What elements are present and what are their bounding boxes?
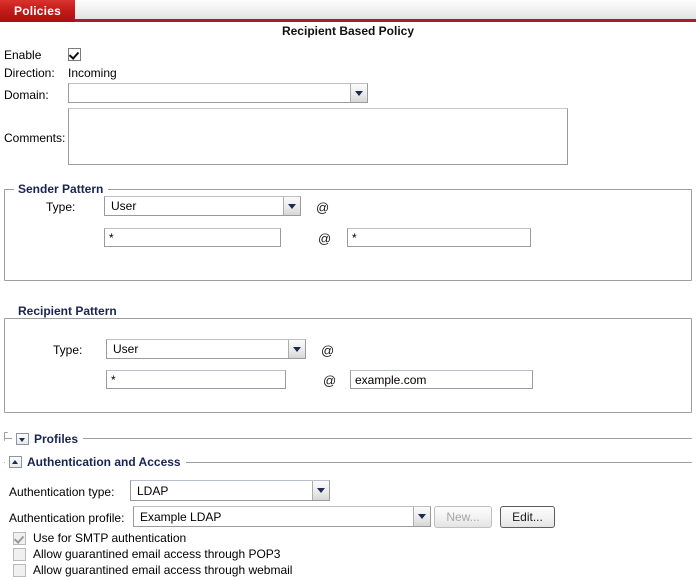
edit-profile-button-label: Edit...	[512, 510, 543, 524]
option-pop3-access-label: Allow guarantined email access through P…	[33, 547, 280, 561]
sender-user-value: *	[109, 231, 114, 245]
direction-value: Incoming	[68, 66, 117, 80]
profiles-rule	[4, 438, 692, 440]
profiles-header[interactable]: Profiles	[12, 432, 83, 446]
option-webmail-access-checkbox[interactable]	[13, 564, 26, 577]
authentication-legend: Authentication and Access	[27, 455, 181, 469]
authentication-profile-select[interactable]: Example LDAP	[133, 506, 431, 527]
recipient-at-top: @	[321, 343, 334, 358]
chevron-down-icon[interactable]	[288, 340, 305, 358]
recipient-at-bottom: @	[323, 373, 336, 388]
option-smtp-auth-checkbox[interactable]	[13, 532, 26, 545]
recipient-domain-input[interactable]: example.com	[350, 370, 533, 389]
authentication-profile-value: Example LDAP	[140, 510, 221, 524]
direction-label: Direction:	[4, 66, 55, 80]
tab-policies[interactable]: Policies	[0, 0, 75, 22]
profiles-legend: Profiles	[34, 432, 78, 446]
chevron-down-icon[interactable]	[350, 84, 367, 102]
recipient-pattern-legend: Recipient Pattern	[14, 304, 122, 318]
chevron-down-icon[interactable]	[16, 433, 29, 445]
recipient-type-select[interactable]: User	[106, 339, 306, 359]
edit-profile-button[interactable]: Edit...	[500, 506, 555, 528]
sender-pattern-legend: Sender Pattern	[14, 182, 108, 196]
domain-label: Domain:	[4, 88, 49, 102]
chevron-down-icon[interactable]	[413, 507, 430, 526]
authentication-type-label: Authentication type:	[9, 485, 114, 499]
sender-domain-value: *	[352, 231, 357, 245]
comments-label: Comments:	[4, 131, 65, 145]
enable-label: Enable	[4, 48, 41, 62]
domain-select[interactable]	[68, 83, 368, 103]
page-title: Recipient Based Policy	[0, 24, 696, 38]
sender-at-top: @	[316, 200, 329, 215]
sender-type-label: Type:	[46, 200, 75, 214]
sender-user-input[interactable]: *	[104, 228, 281, 247]
recipient-domain-value: example.com	[355, 373, 426, 387]
option-webmail-access-label: Allow guarantined email access through w…	[33, 563, 292, 577]
enable-checkbox[interactable]	[68, 48, 81, 61]
new-profile-button-label: New...	[446, 510, 479, 524]
recipient-user-value: *	[111, 373, 116, 387]
sender-type-select[interactable]: User	[104, 196, 301, 216]
recipient-type-value: User	[113, 342, 138, 356]
tab-bar: Policies	[0, 0, 696, 22]
sender-domain-input[interactable]: *	[347, 228, 531, 247]
authentication-header[interactable]: Authentication and Access	[5, 455, 186, 469]
sender-at-bottom: @	[318, 231, 331, 246]
chevron-up-icon[interactable]	[9, 456, 22, 468]
authentication-type-value: LDAP	[137, 484, 168, 498]
profiles-corner	[4, 432, 8, 441]
comments-textarea[interactable]	[68, 108, 568, 165]
chevron-down-icon[interactable]	[283, 197, 300, 215]
authentication-profile-label: Authentication profile:	[9, 511, 124, 525]
tab-policies-label: Policies	[14, 4, 61, 18]
recipient-type-label: Type:	[53, 343, 82, 357]
chevron-down-icon[interactable]	[312, 481, 329, 500]
option-pop3-access-checkbox[interactable]	[13, 548, 26, 561]
new-profile-button[interactable]: New...	[434, 506, 492, 528]
recipient-user-input[interactable]: *	[106, 370, 286, 389]
sender-type-value: User	[111, 199, 136, 213]
recipient-pattern-fieldset	[4, 318, 692, 413]
option-smtp-auth-label: Use for SMTP authentication	[33, 531, 186, 545]
authentication-type-select[interactable]: LDAP	[130, 480, 330, 501]
